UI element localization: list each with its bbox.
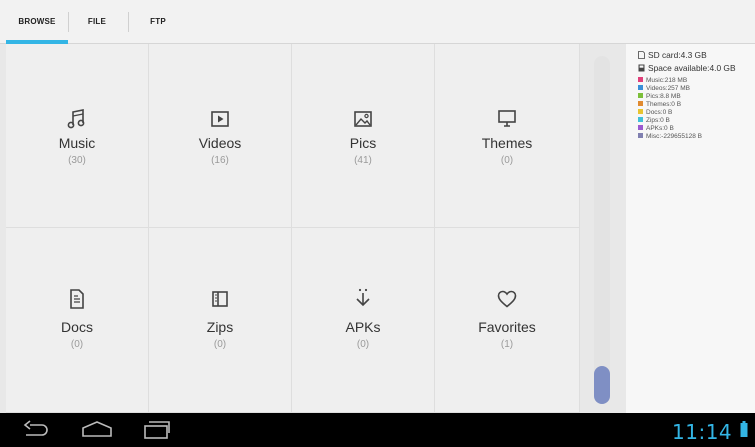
legend-swatch — [638, 101, 643, 106]
battery-icon — [740, 421, 748, 442]
recent-apps-icon — [144, 421, 170, 439]
storage-icon — [638, 64, 645, 72]
category-label: Music — [58, 135, 96, 151]
category-favorites[interactable]: Favorites (1) — [435, 228, 580, 413]
storage-videos: Videos:257 MB — [638, 85, 690, 92]
category-label: Zips — [206, 319, 234, 335]
category-themes[interactable]: Themes (0) — [435, 44, 580, 228]
legend-label: Misc:-229655128 B — [646, 133, 703, 140]
legend-label: Music:218 MB — [646, 77, 688, 84]
category-count: (0) — [213, 339, 227, 350]
scrollbar-thumb[interactable] — [594, 366, 610, 404]
category-videos[interactable]: Videos (16) — [149, 44, 292, 228]
archive-icon — [149, 289, 291, 311]
storage-apks: APKs:0 B — [638, 125, 674, 132]
legend-swatch — [638, 117, 643, 122]
clock: 11:14 — [672, 420, 733, 444]
legend-label: Pics:8.8 MB — [646, 93, 681, 100]
legend-swatch — [638, 93, 643, 98]
category-count: (0) — [70, 339, 84, 350]
category-music[interactable]: Music (30) — [6, 44, 149, 228]
heart-icon — [435, 289, 579, 311]
legend-swatch — [638, 109, 643, 114]
category-count: (30) — [68, 155, 86, 166]
category-count: (1) — [500, 339, 514, 350]
category-zips[interactable]: Zips (0) — [149, 228, 292, 413]
category-count: (0) — [356, 339, 370, 350]
storage-misc: Misc:-229655128 B — [638, 133, 702, 140]
category-label: APKs — [345, 319, 381, 335]
tab-divider — [128, 12, 129, 32]
category-label: Themes — [481, 135, 533, 151]
category-count: (16) — [211, 155, 229, 166]
legend-swatch — [638, 133, 643, 138]
scrollbar-track[interactable] — [594, 56, 610, 404]
back-icon — [23, 420, 48, 436]
tab-browse[interactable]: BROWSE — [6, 0, 68, 44]
legend-label: APKs:0 B — [646, 125, 674, 132]
category-apks[interactable]: APKs (0) — [292, 228, 435, 413]
category-label: Favorites — [478, 319, 536, 335]
legend-swatch — [638, 85, 643, 90]
tab-file[interactable]: FILE — [68, 0, 126, 44]
back-button[interactable] — [22, 419, 50, 446]
category-grid: Music (30) Videos (16) Pics (41) Themes … — [6, 44, 580, 413]
space-available-row: Space available:4.0 GB — [638, 63, 736, 73]
space-available-text: Space available:4.0 GB — [648, 63, 736, 73]
document-icon — [6, 288, 148, 310]
download-arrow-icon — [292, 287, 434, 309]
picture-icon — [292, 109, 434, 131]
legend-label: Videos:257 MB — [646, 85, 690, 92]
category-label: Pics — [349, 135, 377, 151]
storage-pics: Pics:8.8 MB — [638, 93, 681, 100]
storage-themes: Themes:0 B — [638, 101, 681, 108]
storage-music: Music:218 MB — [638, 77, 687, 84]
legend-label: Zips:0 B — [646, 117, 670, 124]
storage-docs: Docs:0 B — [638, 109, 672, 116]
recent-apps-button[interactable] — [142, 419, 172, 446]
music-icon — [6, 108, 148, 130]
storage-info-panel: SD card:4.3 GB Space available:4.0 GB Mu… — [626, 44, 755, 413]
tab-bar: BROWSE FILE FTP — [0, 0, 755, 44]
storage-zips: Zips:0 B — [638, 117, 670, 124]
sd-card-text: SD card:4.3 GB — [648, 50, 707, 60]
monitor-icon — [435, 108, 579, 130]
legend-swatch — [638, 77, 643, 82]
sd-card-row: SD card:4.3 GB — [638, 50, 707, 60]
legend-swatch — [638, 125, 643, 130]
home-icon — [82, 421, 112, 437]
home-button[interactable] — [80, 419, 114, 446]
legend-label: Docs:0 B — [646, 109, 673, 116]
category-count: (41) — [354, 155, 372, 166]
category-pics[interactable]: Pics (41) — [292, 44, 435, 228]
category-count: (0) — [500, 155, 514, 166]
tab-ftp[interactable]: FTP — [130, 0, 186, 44]
legend-label: Themes:0 B — [646, 101, 682, 108]
system-navigation-bar: 11:14 — [0, 413, 755, 447]
category-docs[interactable]: Docs (0) — [6, 228, 149, 413]
sd-card-icon — [638, 51, 645, 59]
category-label: Docs — [61, 319, 93, 335]
category-label: Videos — [198, 135, 242, 151]
video-icon — [149, 109, 291, 131]
